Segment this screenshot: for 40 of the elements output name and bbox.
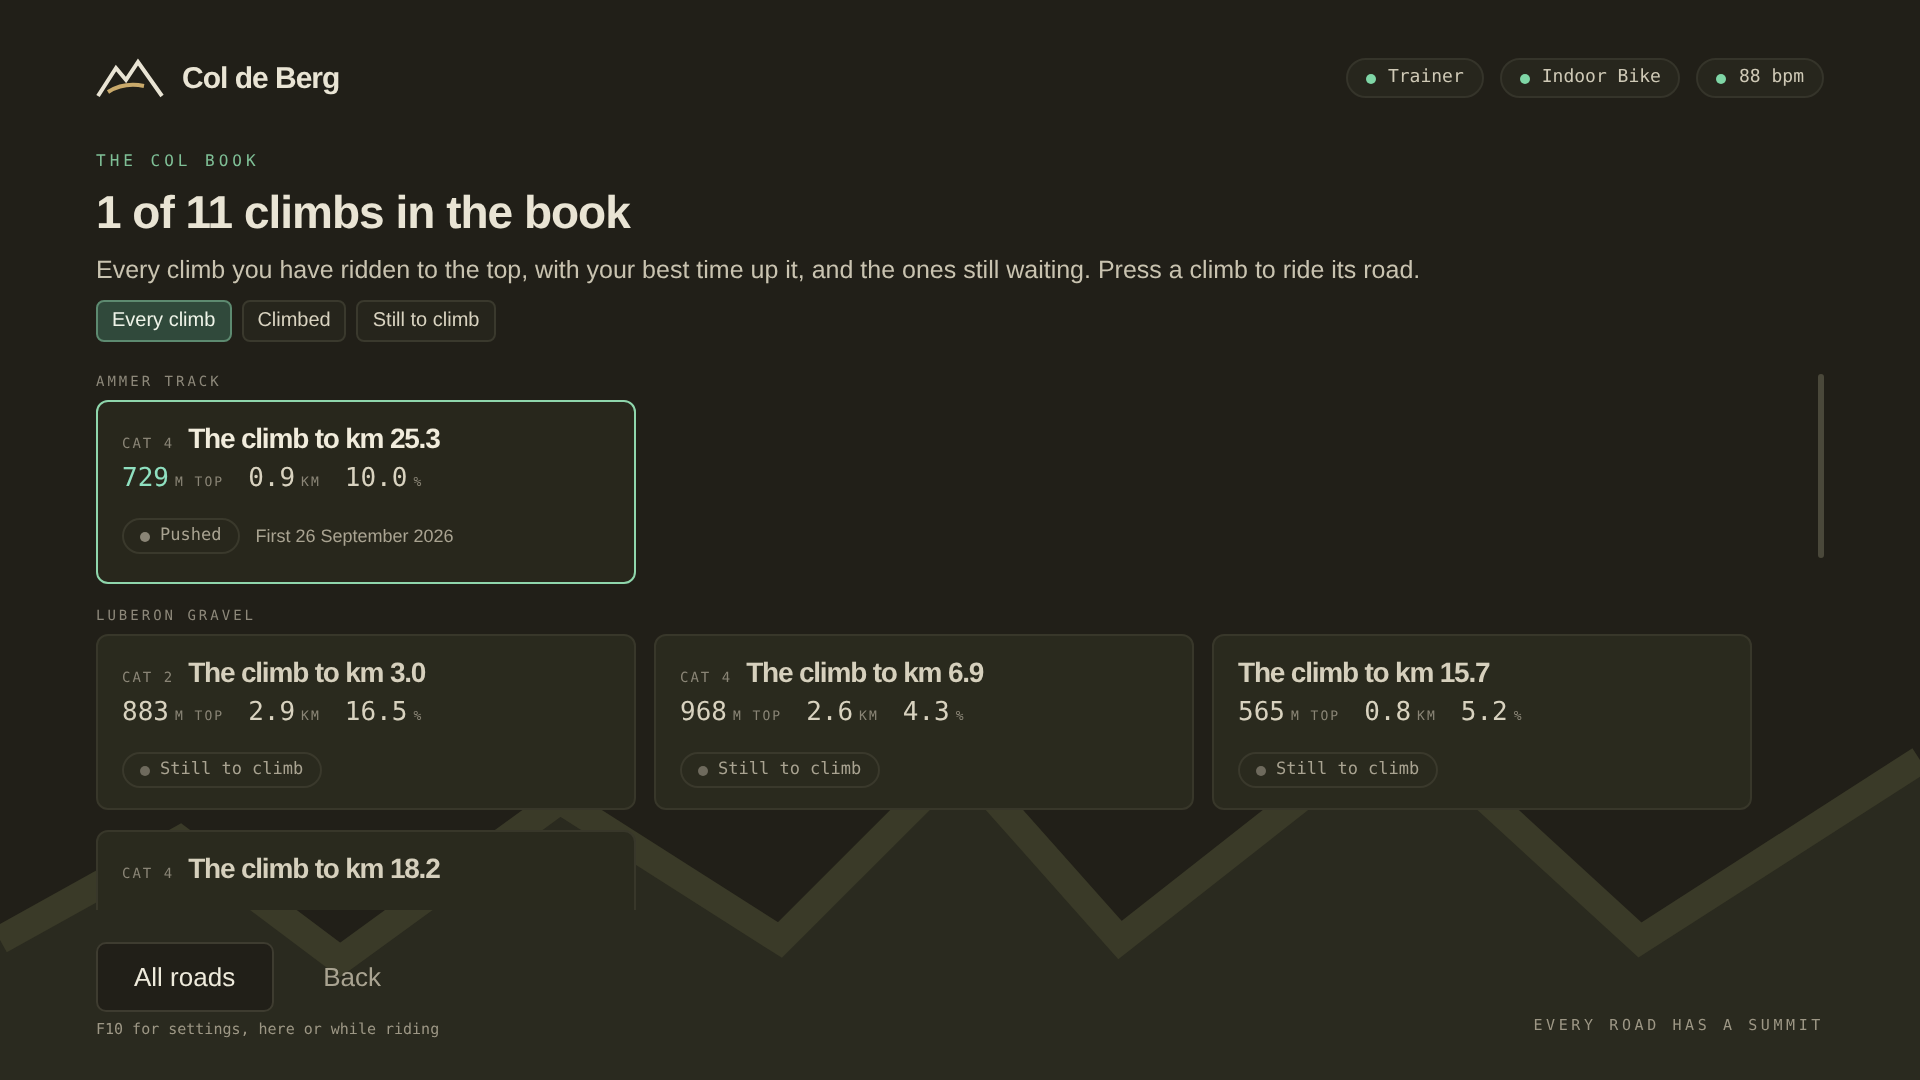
climb-title: The climb to km 15.7 (1238, 656, 1490, 688)
scrollbar[interactable] (1818, 374, 1824, 558)
nav-button[interactable]: Back (285, 942, 419, 1012)
stat-value: 968 (680, 698, 727, 728)
climb-title: The climb to km 6.9 (746, 656, 984, 688)
status-label: Indoor Bike (1541, 68, 1661, 88)
stat-value: 16.5 (344, 698, 408, 728)
page-title: 1 of 11 climbs in the book (96, 186, 633, 240)
stat-value: 5.2 (1460, 698, 1508, 728)
status-label: 88 bpm (1738, 68, 1804, 88)
page-description: Every climb you have ridden to the top, with your best time up it, and the ones still waiting. Press a climb to ride its road. (96, 256, 1423, 284)
first-climbed-date: First 26 September 2026 (255, 526, 454, 546)
status-label: Trainer (1387, 68, 1464, 88)
climb-title: The climb to km 18.2 (188, 852, 440, 884)
section-eyebrow: THE COL BOOK (96, 152, 262, 170)
status-label: Still to climb (718, 760, 862, 780)
mountain-logo-icon (96, 58, 164, 98)
stat-value: 2.9 (248, 698, 296, 728)
stat-value: 4.3 (902, 698, 950, 728)
stat-value: 2.6 (806, 698, 854, 728)
stat-value: 0.8 (1364, 698, 1412, 728)
status-dot-icon (1256, 765, 1266, 775)
status-label: Pushed (160, 526, 222, 546)
stat-value: 0.9 (248, 464, 296, 494)
status-dot-icon (140, 531, 150, 541)
app-name: Col de Berg (182, 61, 340, 95)
status-label: Still to climb (160, 760, 304, 780)
status-dot-icon (698, 765, 708, 775)
filter-tab[interactable]: Climbed (241, 300, 347, 342)
stat-value: 883 (122, 698, 169, 728)
filter-tab[interactable]: Still to climb (356, 300, 496, 342)
stat-value: 729 (122, 464, 169, 494)
stat-value: 565 (1238, 698, 1285, 728)
status-label: Still to climb (1276, 760, 1420, 780)
climb-title: The climb to km 3.0 (188, 656, 426, 688)
nav-button[interactable]: All roads (96, 942, 274, 1012)
climb-title: The climb to km 25.3 (188, 422, 440, 454)
stat-value: 10.0 (344, 464, 408, 494)
status-dot-icon (140, 765, 150, 775)
filter-tab[interactable]: Every climb (96, 300, 232, 342)
